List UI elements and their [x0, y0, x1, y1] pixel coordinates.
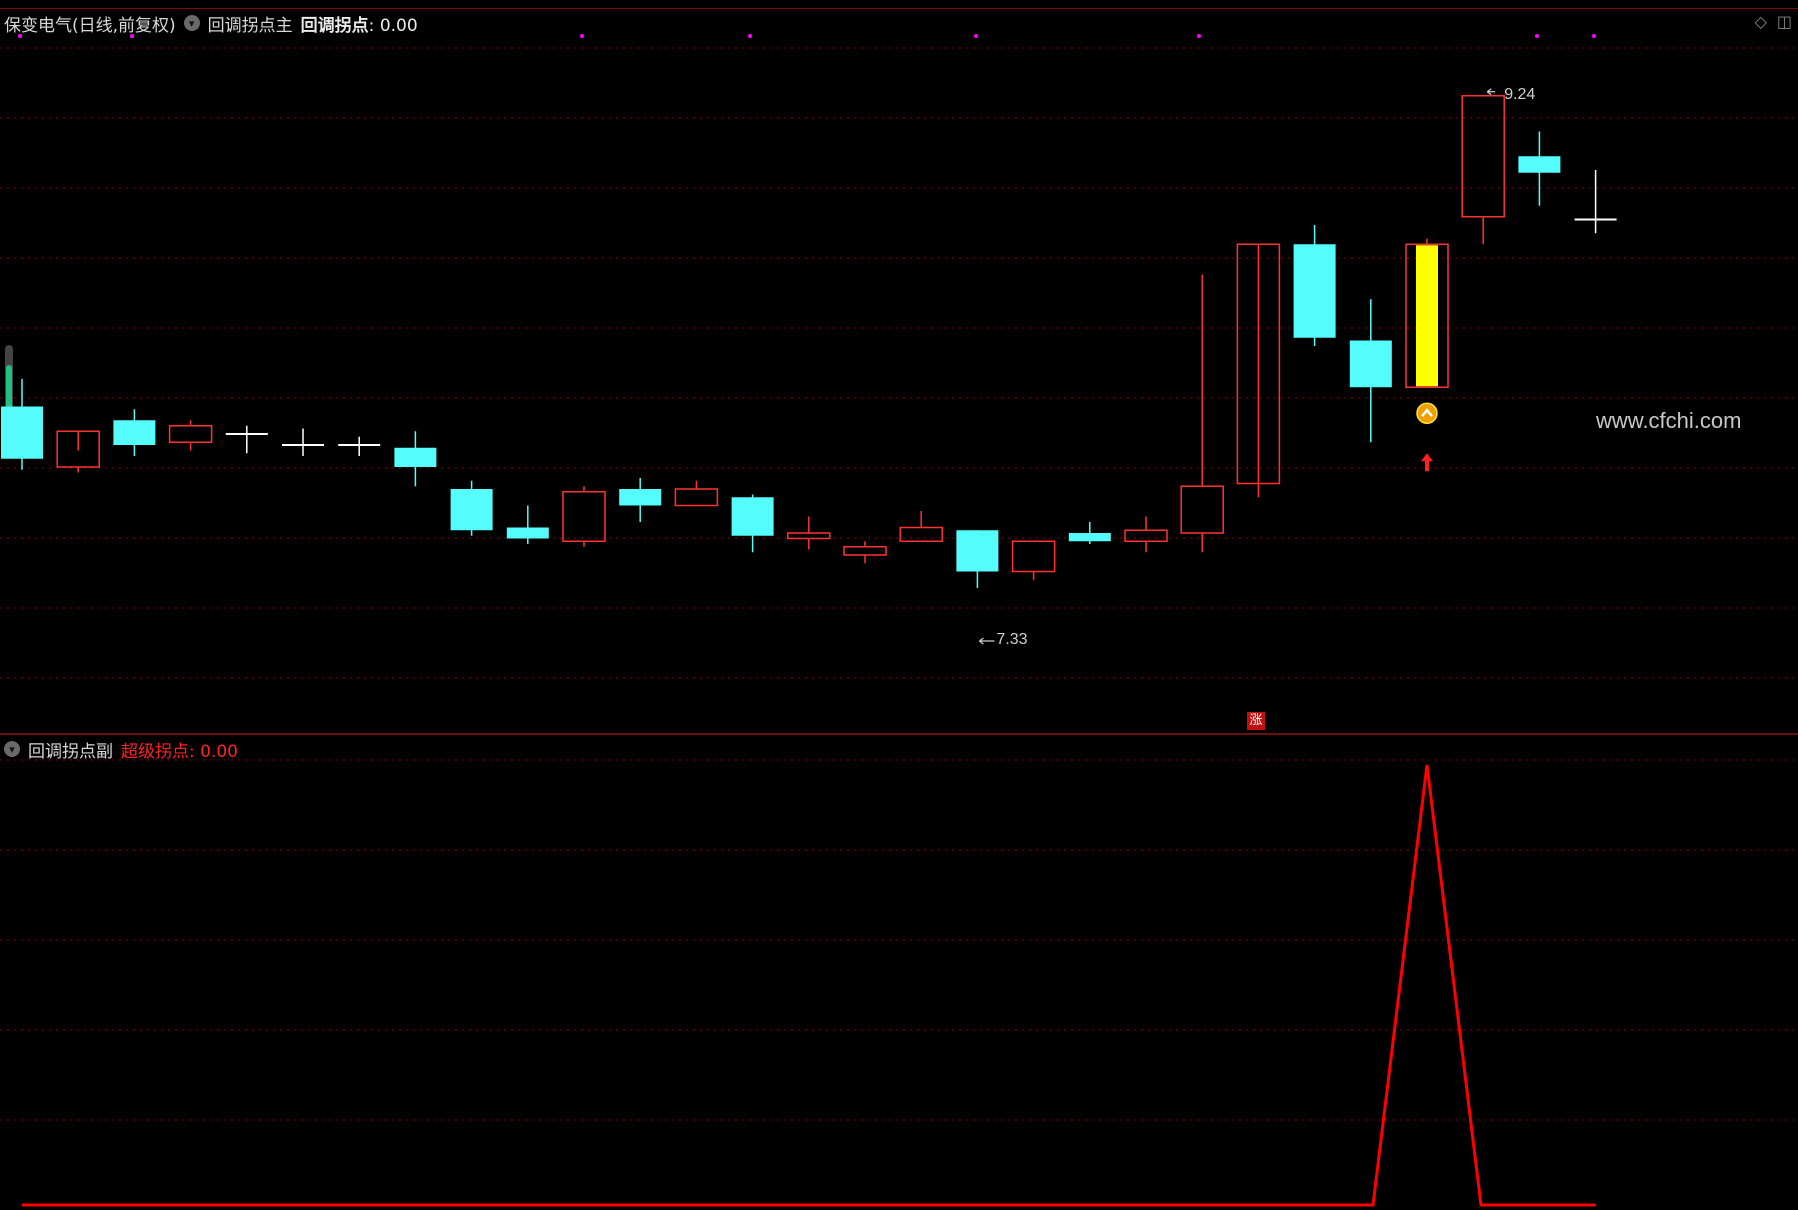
candle-down — [506, 527, 549, 539]
signal-candle-body — [1416, 245, 1438, 387]
candle-down — [1, 406, 43, 459]
high-price-label: 9.24 — [1504, 85, 1536, 103]
candle-up — [674, 488, 719, 507]
marker-dot — [130, 34, 134, 38]
candle-down — [1349, 340, 1392, 388]
watermark: www.cfchi.com — [1596, 408, 1742, 433]
marker-dot — [748, 34, 752, 38]
marker-dot — [580, 34, 584, 38]
candle-down — [1068, 533, 1111, 542]
marker-dot — [1592, 34, 1596, 38]
candle-down — [394, 447, 437, 467]
candle-up — [899, 526, 943, 542]
high-pointer — [1486, 88, 1496, 96]
candle-down — [1293, 244, 1336, 338]
candle-down — [619, 489, 662, 506]
candle-down — [450, 489, 493, 531]
up-signal-icon — [1416, 402, 1438, 424]
marker-dot — [1197, 34, 1201, 38]
candle-up — [562, 491, 606, 542]
marker-dot — [974, 34, 978, 38]
chart-canvas — [0, 34, 1798, 1207]
rise-badge: 涨 — [1247, 712, 1265, 730]
candle-down — [731, 497, 774, 536]
candle-up — [1011, 540, 1056, 573]
marker-dot — [18, 34, 22, 38]
candle-up — [168, 425, 213, 443]
marker-dot — [1535, 34, 1539, 38]
candle-up — [1180, 485, 1224, 534]
candle-up — [1461, 95, 1505, 218]
candle-down — [1518, 156, 1561, 173]
candle-up — [787, 532, 831, 540]
buy-arrow-icon — [1421, 453, 1433, 472]
candle-up — [1124, 529, 1168, 542]
candle-up — [843, 546, 887, 556]
low-pointer — [979, 637, 995, 645]
candle-down — [956, 530, 999, 572]
candle-down — [113, 420, 156, 445]
series-line-超级拐点 — [22, 764, 1596, 1207]
low-price-label: 7.33 — [996, 631, 1028, 648]
